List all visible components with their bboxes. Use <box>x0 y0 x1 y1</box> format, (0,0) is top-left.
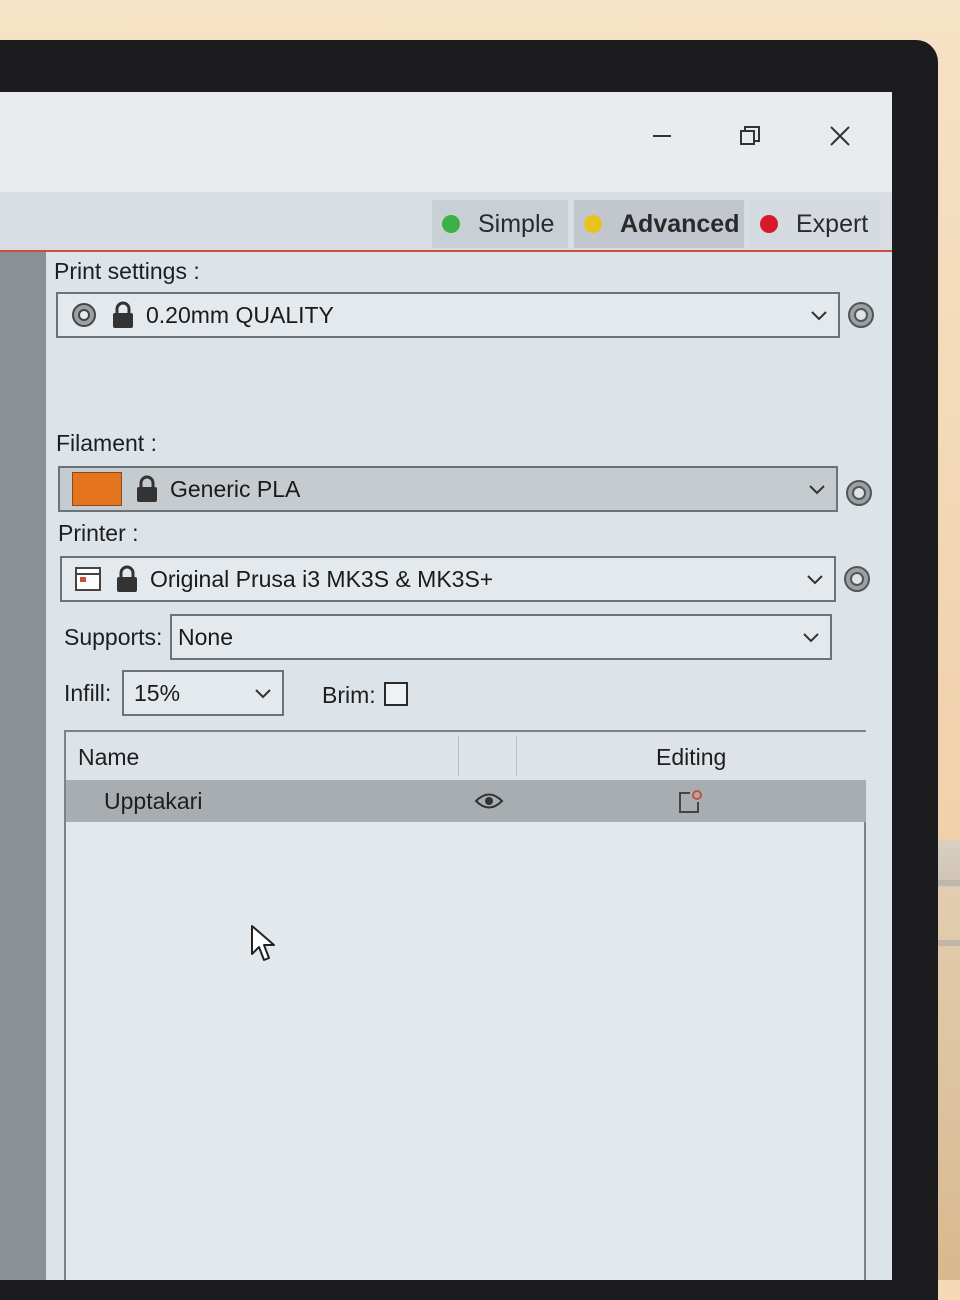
print-settings-combo[interactable]: 0.20mm QUALITY <box>56 292 840 338</box>
restore-icon <box>740 126 760 145</box>
lock-icon <box>137 475 157 502</box>
tab-advanced[interactable]: Advanced <box>574 200 744 248</box>
restore-button[interactable] <box>728 114 772 158</box>
filament-value: Generic PLA <box>170 475 301 502</box>
tab-label: Simple <box>478 209 555 238</box>
green-dot-icon <box>442 215 460 233</box>
infill-label: Infill: <box>64 680 112 706</box>
chevron-down-icon <box>811 311 827 321</box>
app-window: Simple Advanced Expert Print settings : … <box>0 92 892 1280</box>
tab-simple[interactable]: Simple <box>432 200 568 248</box>
red-dot-icon <box>760 215 778 233</box>
printer-value: Original Prusa i3 MK3S & MK3S+ <box>150 565 494 592</box>
tab-label: Advanced <box>620 209 740 238</box>
print-settings-label: Print settings : <box>54 258 200 284</box>
object-list: Name Editing Upptakari <box>64 730 866 1280</box>
filament-label: Filament : <box>56 430 157 456</box>
lock-icon <box>117 565 137 592</box>
printer-combo[interactable]: Original Prusa i3 MK3S & MK3S+ <box>60 556 836 602</box>
chevron-down-icon <box>807 575 823 585</box>
gear-icon[interactable] <box>846 300 876 330</box>
lock-icon <box>113 301 133 328</box>
gear-icon <box>72 303 96 327</box>
left-viewport-edge <box>0 252 46 1280</box>
settings-sidebar: Print settings : 0.20mm QUALITY Filament… <box>46 252 892 1280</box>
eye-icon[interactable] <box>474 790 504 812</box>
edit-object-icon[interactable] <box>676 788 704 816</box>
filament-color-swatch <box>72 472 122 506</box>
table-row[interactable]: Upptakari <box>66 780 866 822</box>
mode-tab-bar: Simple Advanced Expert <box>0 192 892 252</box>
close-icon <box>830 126 850 146</box>
column-divider <box>458 736 459 776</box>
column-divider <box>516 736 517 776</box>
tab-label: Expert <box>796 209 869 238</box>
chevron-down-icon <box>803 633 819 643</box>
chevron-down-icon <box>809 485 825 495</box>
yellow-dot-icon <box>584 215 602 233</box>
gear-icon[interactable] <box>842 564 872 594</box>
minimize-icon <box>653 135 671 137</box>
title-bar <box>0 92 892 192</box>
supports-value: None <box>178 623 233 650</box>
brim-label: Brim: <box>322 682 376 708</box>
supports-select[interactable]: None <box>170 614 832 660</box>
print-settings-value: 0.20mm QUALITY <box>146 301 334 328</box>
chevron-down-icon <box>255 689 271 699</box>
printer-label: Printer : <box>58 520 139 546</box>
brim-checkbox[interactable] <box>384 682 408 706</box>
minimize-button[interactable] <box>640 114 684 158</box>
gear-icon[interactable] <box>844 478 874 508</box>
printer-icon <box>75 567 101 591</box>
column-editing[interactable]: Editing <box>656 744 726 771</box>
close-button[interactable] <box>818 114 862 158</box>
mouse-cursor-icon <box>251 925 275 961</box>
column-name[interactable]: Name <box>78 744 139 771</box>
object-name: Upptakari <box>104 788 203 814</box>
infill-select[interactable]: 15% <box>122 670 284 716</box>
infill-value: 15% <box>134 679 181 706</box>
supports-label: Supports: <box>64 624 163 650</box>
object-list-header: Name Editing <box>66 732 866 781</box>
filament-combo[interactable]: Generic PLA <box>58 466 838 512</box>
tab-expert[interactable]: Expert <box>750 200 880 248</box>
